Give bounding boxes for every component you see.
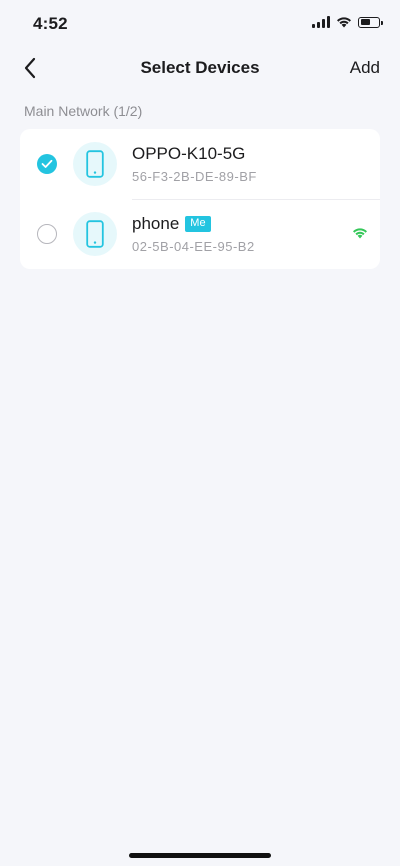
- device-row-phone[interactable]: phone Me 02-5B-04-EE-95-B2: [20, 199, 380, 269]
- device-mac-address: 56-F3-2B-DE-89-BF: [132, 169, 257, 184]
- me-badge: Me: [185, 216, 211, 232]
- device-name: OPPO-K10-5G: [132, 144, 246, 163]
- device-checkbox-unselected[interactable]: [37, 224, 57, 244]
- device-mac-address: 02-5B-04-EE-95-B2: [132, 239, 255, 254]
- device-list: OPPO-K10-5G 56-F3-2B-DE-89-BF phone Me 0…: [20, 129, 380, 269]
- device-row-oppo-k10-5g[interactable]: OPPO-K10-5G 56-F3-2B-DE-89-BF: [20, 129, 380, 199]
- device-name: phone: [132, 214, 180, 233]
- cellular-signal-icon: [312, 16, 330, 28]
- wifi-signal-icon: [353, 228, 367, 239]
- page-title: Select Devices: [140, 58, 260, 77]
- nav-bar: Select Devices Add: [0, 46, 400, 90]
- section-label-main-network: Main Network (1/2): [24, 103, 143, 119]
- device-avatar: [73, 212, 117, 256]
- status-icons: [312, 16, 383, 28]
- phone-icon: [86, 220, 104, 248]
- add-button[interactable]: Add: [350, 58, 380, 78]
- device-name-line: OPPO-K10-5G: [132, 143, 257, 165]
- status-bar: 4:52: [0, 0, 400, 46]
- home-indicator[interactable]: [129, 853, 271, 858]
- battery-fill: [360, 19, 371, 25]
- status-time: 4:52: [33, 14, 68, 33]
- wifi-icon: [337, 17, 351, 28]
- device-name-line: phone Me: [132, 213, 255, 235]
- device-info: phone Me 02-5B-04-EE-95-B2: [132, 213, 255, 254]
- phone-icon: [86, 150, 104, 178]
- device-checkbox-selected[interactable]: [37, 154, 57, 174]
- device-avatar: [73, 142, 117, 186]
- check-icon: [41, 159, 53, 168]
- device-info: OPPO-K10-5G 56-F3-2B-DE-89-BF: [132, 143, 257, 184]
- battery-icon: [358, 16, 383, 28]
